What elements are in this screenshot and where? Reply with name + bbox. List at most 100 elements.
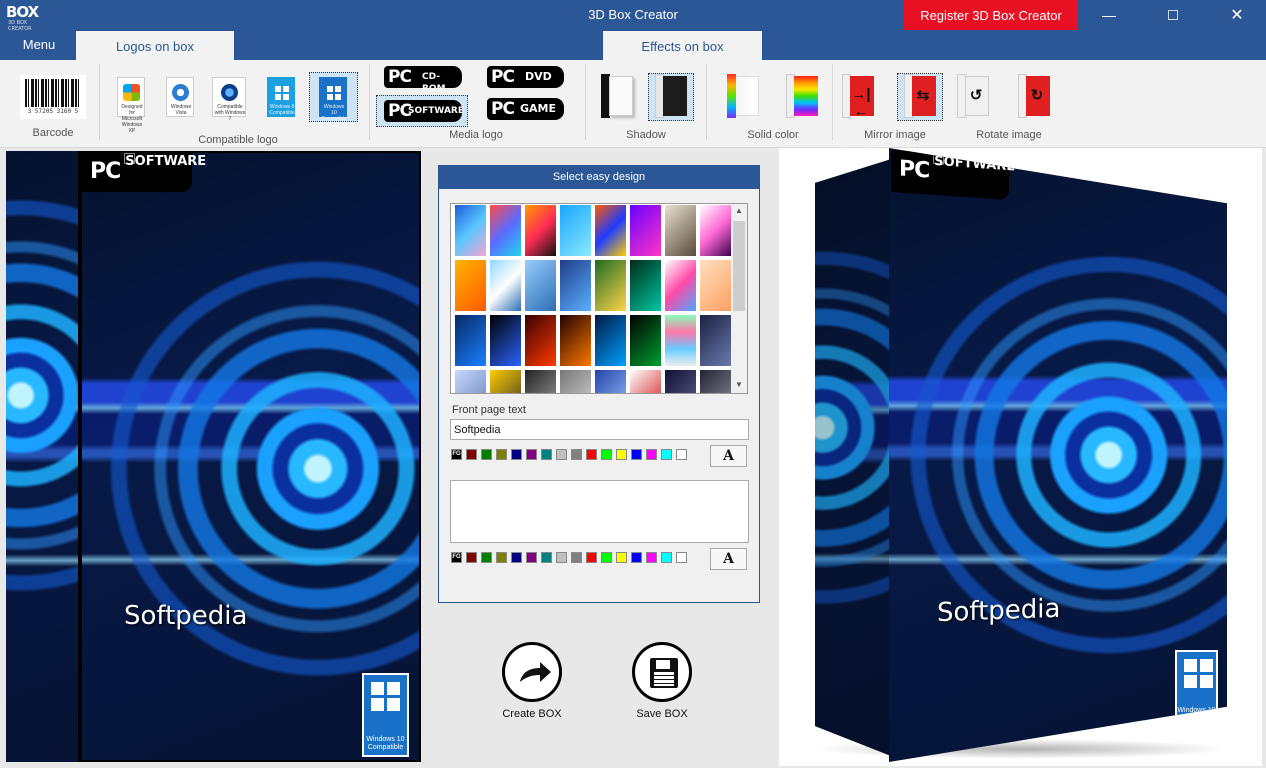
design-thumbnail[interactable]: [700, 205, 731, 256]
color-swatch[interactable]: [511, 552, 522, 563]
font-button[interactable]: A: [710, 445, 747, 467]
compatible-logo-10[interactable]: Windows 10 Compatible: [319, 77, 347, 122]
mirror-horizontal-button[interactable]: →|←: [842, 74, 874, 120]
save-box-button[interactable]: Save BOX: [617, 642, 707, 720]
media-logo-dvd[interactable]: PC DVD: [487, 66, 564, 88]
color-swatch[interactable]: [556, 552, 567, 563]
design-thumbnail[interactable]: [595, 260, 626, 311]
color-swatch[interactable]: [616, 449, 627, 460]
front-page-text-input[interactable]: [450, 419, 749, 440]
color-swatch[interactable]: [661, 449, 672, 460]
design-thumbnail[interactable]: [490, 205, 521, 256]
minimize-button[interactable]: —: [1086, 0, 1132, 31]
design-thumbnail[interactable]: [700, 315, 731, 366]
color-swatch[interactable]: [586, 552, 597, 563]
color-swatch[interactable]: [676, 552, 687, 563]
media-logo-cdrom[interactable]: PC CD-ROM: [384, 66, 462, 94]
color-swatch[interactable]: [586, 449, 597, 460]
maximize-button[interactable]: [1150, 0, 1196, 31]
color-swatch[interactable]: [481, 449, 492, 460]
design-thumbnail[interactable]: [560, 205, 591, 256]
design-thumbnail[interactable]: [700, 260, 731, 311]
media-logo-game[interactable]: PC GAME: [487, 98, 564, 120]
design-thumbnail[interactable]: [525, 370, 556, 393]
tab-logos-on-box[interactable]: Logos on box: [76, 31, 234, 60]
shadow-option-dark[interactable]: [655, 74, 687, 118]
design-thumbnail[interactable]: [630, 370, 661, 393]
design-thumbnail[interactable]: [525, 260, 556, 311]
design-thumbnail[interactable]: [665, 205, 696, 256]
design-thumbnail[interactable]: [595, 370, 626, 393]
design-thumbnail[interactable]: [455, 315, 486, 366]
scroll-down-icon[interactable]: ▼: [731, 380, 747, 389]
design-thumbnail[interactable]: [560, 315, 591, 366]
design-thumbnail[interactable]: [700, 370, 731, 393]
design-thumbnail[interactable]: [560, 260, 591, 311]
color-swatch[interactable]: [481, 552, 492, 563]
create-box-button[interactable]: Create BOX: [487, 642, 577, 720]
register-button[interactable]: Register 3D Box Creator: [904, 0, 1078, 30]
media-logo-software[interactable]: PC SOFTWARE: [384, 100, 464, 122]
design-gallery[interactable]: ▲ ▼: [450, 203, 748, 394]
color-swatch[interactable]: [466, 449, 477, 460]
design-thumbnail[interactable]: [490, 370, 521, 393]
color-swatch[interactable]: [496, 552, 507, 563]
barcode-button[interactable]: 3 57205 3160 5: [20, 75, 86, 119]
color-swatch[interactable]: [571, 552, 582, 563]
compatible-logo-vista[interactable]: Windows Vista: [166, 77, 194, 117]
scroll-up-icon[interactable]: ▲: [731, 206, 747, 215]
design-thumbnail[interactable]: [560, 370, 591, 393]
design-thumbnail[interactable]: [665, 370, 696, 393]
color-swatch[interactable]: [541, 552, 552, 563]
design-thumbnail[interactable]: [665, 315, 696, 366]
design-thumbnail[interactable]: [630, 205, 661, 256]
design-thumbnail[interactable]: [455, 260, 486, 311]
solid-color-front[interactable]: [786, 74, 818, 118]
shadow-option-light[interactable]: [601, 74, 633, 118]
design-thumbnail[interactable]: [490, 260, 521, 311]
solid-color-side[interactable]: [727, 74, 759, 118]
close-button[interactable]: ✕: [1214, 0, 1260, 31]
design-thumbnail[interactable]: [630, 260, 661, 311]
tab-menu[interactable]: Menu: [16, 31, 62, 60]
color-swatch[interactable]: [526, 552, 537, 563]
design-thumbnail[interactable]: [665, 260, 696, 311]
color-swatch[interactable]: [646, 552, 657, 563]
color-swatch[interactable]: [631, 552, 642, 563]
design-thumbnail[interactable]: [630, 315, 661, 366]
color-swatch[interactable]: [541, 449, 552, 460]
color-swatch[interactable]: [511, 449, 522, 460]
scroll-thumb[interactable]: [733, 221, 745, 311]
fg-swatch[interactable]: FG: [451, 552, 462, 563]
compatible-logo-xp[interactable]: Designed for Microsoft Windows XP: [117, 77, 145, 134]
compatible-logo-7[interactable]: Compatible with Windows 7: [212, 77, 246, 122]
color-swatch[interactable]: [526, 449, 537, 460]
color-swatch[interactable]: [556, 449, 567, 460]
design-thumbnail[interactable]: [525, 315, 556, 366]
rotate-left-button[interactable]: ↺: [957, 74, 989, 118]
color-swatch[interactable]: [601, 552, 612, 563]
compatible-logo-8[interactable]: Windows 8 Compatible: [267, 77, 295, 117]
color-swatch[interactable]: [496, 449, 507, 460]
design-thumbnail[interactable]: [455, 370, 486, 393]
design-thumbnail[interactable]: [490, 315, 521, 366]
design-thumbnail[interactable]: [595, 205, 626, 256]
color-swatch[interactable]: [646, 449, 657, 460]
gallery-scrollbar[interactable]: ▲ ▼: [731, 204, 747, 393]
fg-swatch[interactable]: FG: [451, 449, 462, 460]
front-cover-preview[interactable]: PC SOFTWARE Softpedia Windows 10 Compatib…: [80, 151, 421, 762]
second-text-input[interactable]: [450, 480, 749, 543]
mirror-vertical-button[interactable]: ⇆: [904, 74, 936, 118]
design-thumbnail[interactable]: [595, 315, 626, 366]
rotate-right-button[interactable]: ↻: [1018, 74, 1050, 118]
color-swatch[interactable]: [616, 552, 627, 563]
tab-effects-on-box[interactable]: Effects on box: [603, 31, 762, 60]
font-button[interactable]: A: [710, 548, 747, 570]
color-swatch[interactable]: [466, 552, 477, 563]
color-swatch[interactable]: [601, 449, 612, 460]
design-thumbnail[interactable]: [525, 205, 556, 256]
color-swatch[interactable]: [676, 449, 687, 460]
design-thumbnail[interactable]: [455, 205, 486, 256]
spine-preview[interactable]: [6, 151, 80, 762]
color-swatch[interactable]: [661, 552, 672, 563]
